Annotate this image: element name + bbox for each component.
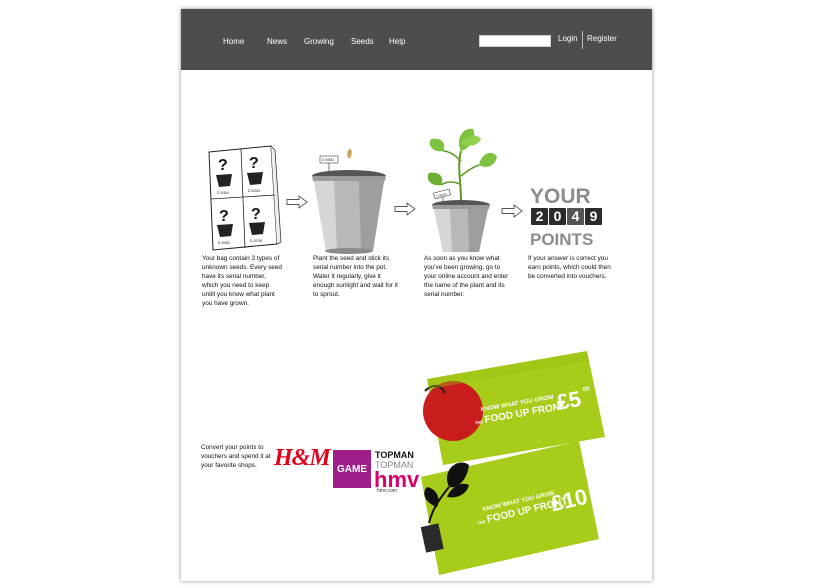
arrow-right-icon: [394, 202, 416, 216]
pot-label-1: D 00531: [322, 158, 334, 162]
pot-with-seed-icon: D 00531: [312, 148, 386, 254]
svg-text:?: ?: [219, 208, 229, 225]
page-container: Home News Growing Seeds Help Login Regis…: [181, 9, 652, 581]
points-title-top: YOUR: [530, 185, 591, 208]
step-1-text: Your bag contain 3 types of unknown seed…: [202, 255, 282, 307]
nav-help[interactable]: Help: [389, 37, 405, 46]
voucher-cards: KNOW WHAT YOU GROW THE FOOD UP FRONT £5 …: [420, 351, 605, 575]
points-digit: 9: [585, 208, 602, 225]
nav-growing[interactable]: Growing: [304, 37, 334, 46]
pot-with-plant-icon: D 00531: [427, 128, 497, 252]
seed-serial-3: D 00532: [218, 241, 230, 245]
nav-news[interactable]: News: [267, 37, 287, 46]
step-3-text: As soon as you know what you've been gro…: [424, 255, 509, 298]
seed-bag-icon: ?? ?? D 00514 D 00023 D 00532 D 00748: [208, 145, 282, 251]
game-logo: GAME: [333, 450, 371, 488]
svg-text:?: ?: [251, 206, 261, 223]
points-counter: 2 0 4 9: [531, 208, 603, 225]
step-2-text: Plant the seed and stick its serial numb…: [313, 255, 398, 298]
points-title-bottom: POINTS: [530, 230, 594, 249]
register-link[interactable]: Register: [587, 34, 617, 43]
arrow-right-icon: [501, 204, 523, 218]
top-navigation-bar: Home News Growing Seeds Help Login Regis…: [181, 9, 652, 70]
points-digit: 4: [567, 208, 584, 225]
points-digit: 2: [531, 208, 548, 225]
seed-serial-2: D 00023: [248, 189, 260, 193]
nav-seeds[interactable]: Seeds: [351, 37, 374, 46]
convert-text: Convert your points to vouchers and spen…: [201, 444, 271, 469]
hm-logo: H&M: [274, 445, 331, 471]
search-input[interactable]: [479, 35, 551, 47]
nav-home[interactable]: Home: [223, 37, 244, 46]
voucher-5-amount: £5: [554, 386, 582, 415]
voucher-10-pence: 00: [588, 483, 596, 490]
points-digit: 0: [549, 208, 566, 225]
hmv-url: hmv.com: [377, 488, 397, 494]
arrow-right-icon: [286, 195, 308, 209]
svg-text:?: ?: [218, 157, 228, 174]
game-logo-text: GAME: [337, 463, 367, 475]
step-4-text: If your answer is correct you earn point…: [528, 255, 611, 280]
svg-text:?: ?: [249, 155, 259, 172]
seed-serial-1: D 00514: [217, 191, 229, 195]
seed-serial-4: D 00748: [250, 239, 262, 243]
topman-logo: TOPMAN: [375, 450, 414, 460]
nav-divider: [582, 31, 583, 49]
login-link[interactable]: Login: [558, 34, 578, 43]
